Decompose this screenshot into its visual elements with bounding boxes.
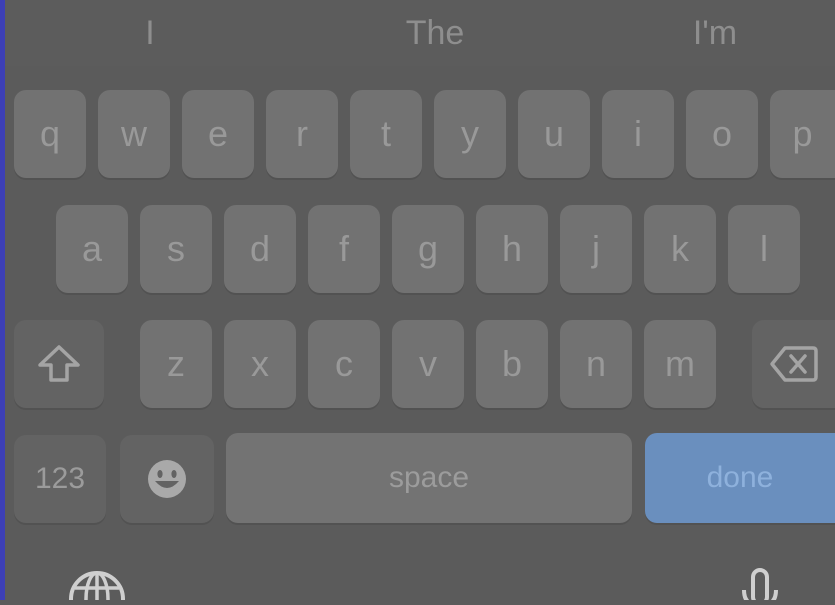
suggestion-1[interactable]: I — [110, 10, 190, 56]
suggestion-3[interactable]: I'm — [655, 10, 775, 56]
key-h[interactable]: h — [476, 205, 548, 293]
key-f[interactable]: f — [308, 205, 380, 293]
key-v[interactable]: v — [392, 320, 464, 408]
microphone-icon — [742, 568, 778, 605]
key-k[interactable]: k — [644, 205, 716, 293]
key-a[interactable]: a — [56, 205, 128, 293]
key-i[interactable]: i — [602, 90, 674, 178]
dictation-button[interactable] — [740, 568, 780, 605]
globe-button[interactable] — [66, 568, 128, 605]
key-m[interactable]: m — [644, 320, 716, 408]
key-x[interactable]: x — [224, 320, 296, 408]
key-r[interactable]: r — [266, 90, 338, 178]
key-j[interactable]: j — [560, 205, 632, 293]
emoji-icon — [148, 460, 186, 498]
key-w[interactable]: w — [98, 90, 170, 178]
key-t[interactable]: t — [350, 90, 422, 178]
done-key[interactable]: done — [645, 433, 835, 523]
key-p[interactable]: p — [770, 90, 835, 178]
space-key[interactable]: space — [226, 433, 632, 523]
key-n[interactable]: n — [560, 320, 632, 408]
key-c[interactable]: c — [308, 320, 380, 408]
key-o[interactable]: o — [686, 90, 758, 178]
key-q[interactable]: q — [14, 90, 86, 178]
numbers-key[interactable]: 123 — [14, 435, 106, 523]
key-y[interactable]: y — [434, 90, 506, 178]
key-u[interactable]: u — [518, 90, 590, 178]
left-edge-accent — [0, 0, 5, 600]
key-b[interactable]: b — [476, 320, 548, 408]
key-g[interactable]: g — [392, 205, 464, 293]
key-l[interactable]: l — [728, 205, 800, 293]
shift-key[interactable] — [14, 320, 104, 408]
globe-icon — [69, 571, 125, 605]
key-s[interactable]: s — [140, 205, 212, 293]
key-z[interactable]: z — [140, 320, 212, 408]
key-e[interactable]: e — [182, 90, 254, 178]
shift-icon — [38, 345, 80, 382]
emoji-key[interactable] — [120, 435, 214, 523]
suggestion-2[interactable]: The — [365, 10, 505, 56]
key-d[interactable]: d — [224, 205, 296, 293]
delete-icon — [769, 346, 818, 382]
delete-key[interactable] — [752, 320, 835, 408]
suggestion-bar: I The I'm — [5, 0, 835, 66]
